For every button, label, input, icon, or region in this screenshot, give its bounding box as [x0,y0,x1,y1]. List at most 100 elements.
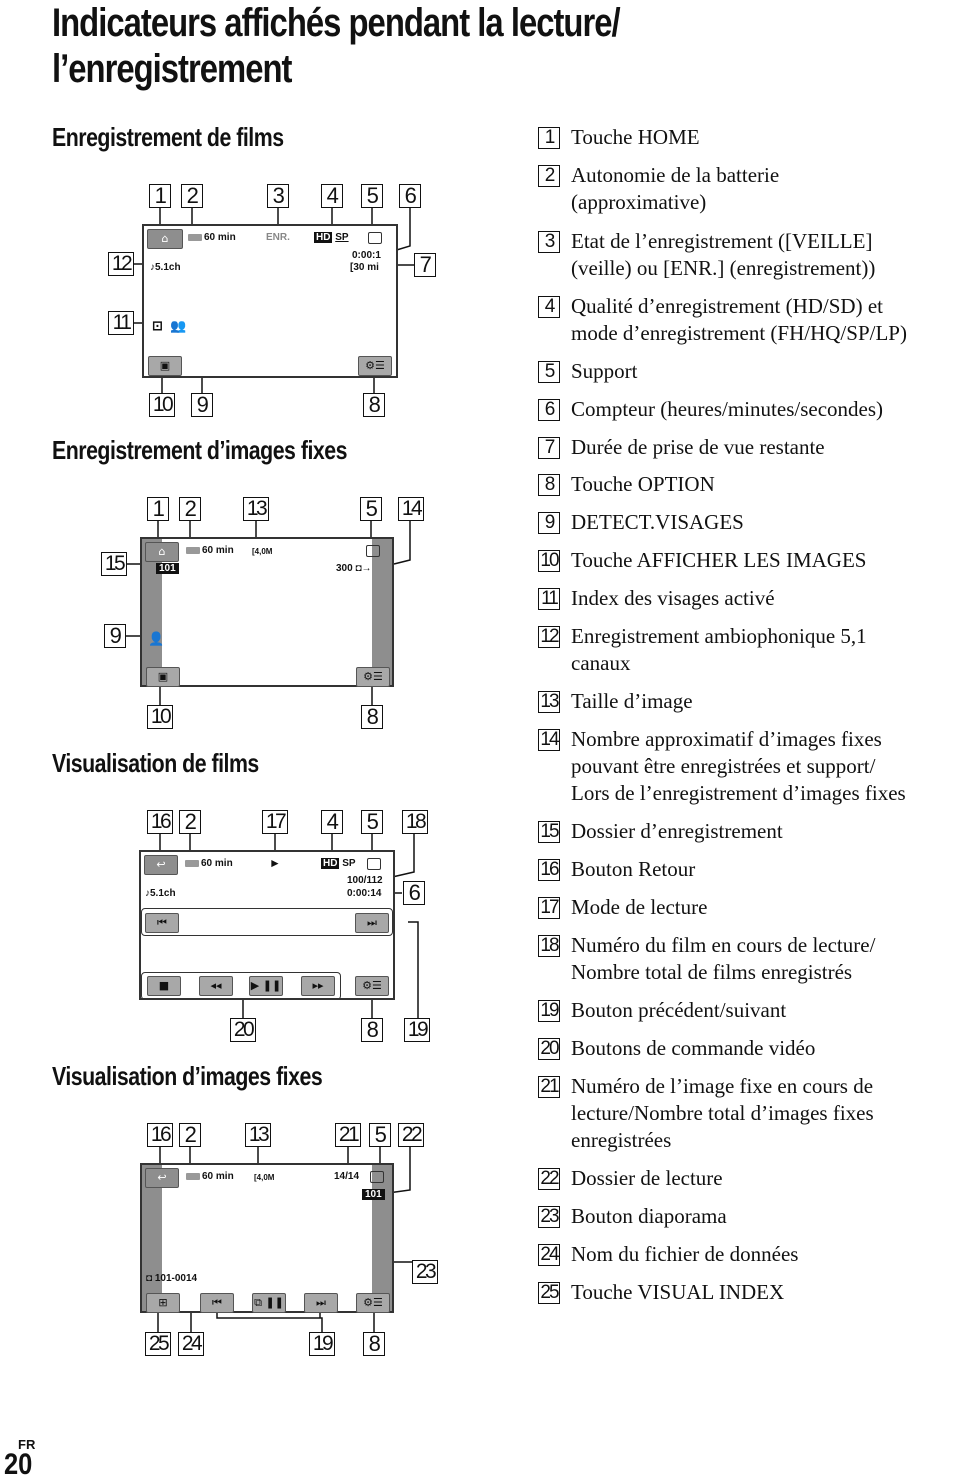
legend-item: 24 Nom du fichier de données [538,1241,958,1268]
quality-value: HD [314,232,333,243]
option-button[interactable]: ⚙☰ [358,356,392,376]
legend-item: 6 Compteur (heures/minutes/secondes) [538,396,958,423]
legend-text: Index des visages activé [571,586,775,610]
face-detection-icon: 👤 [148,631,165,646]
recording-status: ENR. [266,232,290,243]
slideshow-button[interactable]: ⧉ ❚❚ [252,1293,286,1313]
fast-forward-icon: ▸▸ [312,979,324,992]
photo-count-value: 300 [336,563,353,574]
heading-movie-recording: Enregistrement de films [52,122,284,152]
legend-text: Touche VISUAL INDEX [571,1280,785,1304]
option-button[interactable]: ⚙☰ [356,667,390,687]
legend-number: 11 [538,588,560,610]
image-size-value: 4,0M [256,1173,275,1182]
surround-indicator: ♪5.1ch [145,888,176,899]
legend-item: 1 Touche HOME [538,124,958,151]
legend-number: 8 [538,474,560,496]
next-button[interactable]: ⏭ [355,913,389,933]
legend-item: 20 Boutons de commande vidéo [538,1035,958,1062]
legend-number: 13 [538,691,560,713]
quality-mode-indicator: HD SP [321,858,356,869]
media-card-icon [370,1171,384,1183]
callout-16: 16 [147,810,173,834]
legend-text: Autonomie de la batterie (approximative) [571,163,780,214]
callout-13: 13 [243,497,269,521]
legend-number: 5 [538,361,560,383]
legend-item: 11 Index des visages activé [538,585,958,612]
legend-number: 6 [538,399,560,421]
folder-value: 101 [156,563,179,574]
data-filename: ◘ 101-0014 [146,1273,197,1284]
legend-number: 24 [538,1244,560,1266]
legend-number: 20 [538,1038,560,1060]
view-images-button[interactable]: ▣ [146,667,180,687]
home-button[interactable]: ⌂ [145,542,179,562]
callout-6: 6 [403,881,425,905]
home-button[interactable]: ⌂ [147,229,183,249]
screen-movie-playback: ↩ 60 min ► HD SP 100/112 0:00:14 ♪5.1ch … [139,850,395,1000]
option-icon: ⚙☰ [362,979,382,992]
stop-icon: ■ [158,979,170,992]
heading-photo-recording: Enregistrement d’images fixes [52,435,347,465]
previous-button[interactable]: ⏮ [145,913,179,933]
legend-text: Etat de l’enregistrement ([VEILLE] (veil… [571,229,876,280]
play-pause-button[interactable]: ▶ ❚❚ [249,976,283,996]
filename-value: 101-0014 [154,1273,198,1284]
option-button[interactable]: ⚙☰ [355,976,389,996]
callout-8: 8 [363,393,385,417]
stop-button[interactable]: ■ [147,976,181,996]
previous-button[interactable]: ⏮ [200,1293,234,1313]
quality-value: HD [321,858,340,869]
legend-text: Bouton précédent/suivant [571,998,787,1022]
counter: 0:00:14 [347,888,382,899]
camera-icon: ◘ [355,563,362,574]
screen-photo-recording: ⌂ 60 min [4,0M 101 300 ◘→ 👤 ▣ ⚙☰ [140,537,394,687]
callout-1: 1 [147,497,169,521]
legend-item: 3 Etat de l’enregistrement ([VEILLE] (vei… [538,228,958,282]
option-button[interactable]: ⚙☰ [356,1293,390,1313]
callout-15: 15 [101,552,127,576]
callout-16: 16 [147,1123,173,1147]
legend-text: Mode de lecture [571,895,708,919]
battery-value: 60 min [202,545,234,556]
legend-text: Enregistrement ambiophonique 5,1 canaux [571,624,867,675]
image-size-indicator: [4,0M [252,547,273,556]
face-detection-icon: 👥 [170,318,187,333]
callout-21: 21 [335,1123,361,1147]
callout-9: 9 [191,393,213,417]
fast-forward-button[interactable]: ▸▸ [301,976,335,996]
legend-number: 17 [538,897,560,919]
battery-indicator: 60 min [186,1171,234,1182]
legend-number: 7 [538,437,560,459]
callout-19: 19 [309,1332,335,1356]
media-card-icon [367,858,381,870]
callout-8: 8 [361,705,383,729]
legend-item: 8 Touche OPTION [538,471,958,498]
legend-number: 2 [538,165,560,187]
callout-25: 25 [145,1332,171,1356]
legend-number: 15 [538,821,560,843]
callout-13: 13 [245,1123,271,1147]
callout-6: 6 [399,184,421,208]
legend-item: 7 Durée de prise de vue restante [538,434,958,461]
media-card-icon [366,545,380,557]
callout-22: 22 [398,1123,424,1147]
view-images-button[interactable]: ▣ [148,356,182,376]
callout-18: 18 [402,810,428,834]
callout-4: 4 [321,184,343,208]
rewind-button[interactable]: ◂◂ [199,976,233,996]
rewind-icon: ◂◂ [210,979,222,992]
legend-number: 12 [538,626,560,648]
next-button[interactable]: ⏭ [304,1293,338,1313]
back-button[interactable]: ↩ [145,1168,179,1188]
face-index-icon: ⊡ [152,318,163,333]
legend-text: Taille d’image [571,689,693,713]
battery-indicator: 60 min [186,545,234,556]
image-size-value: 4,0M [254,547,273,556]
back-button[interactable]: ↩ [144,855,178,875]
visual-index-button[interactable]: ⊞ [146,1293,180,1313]
callout-9: 9 [104,624,126,648]
legend-text: Touche AFFICHER LES IMAGES [571,548,867,572]
playback-folder: 101 [362,1189,385,1200]
legend-number: 23 [538,1206,560,1228]
